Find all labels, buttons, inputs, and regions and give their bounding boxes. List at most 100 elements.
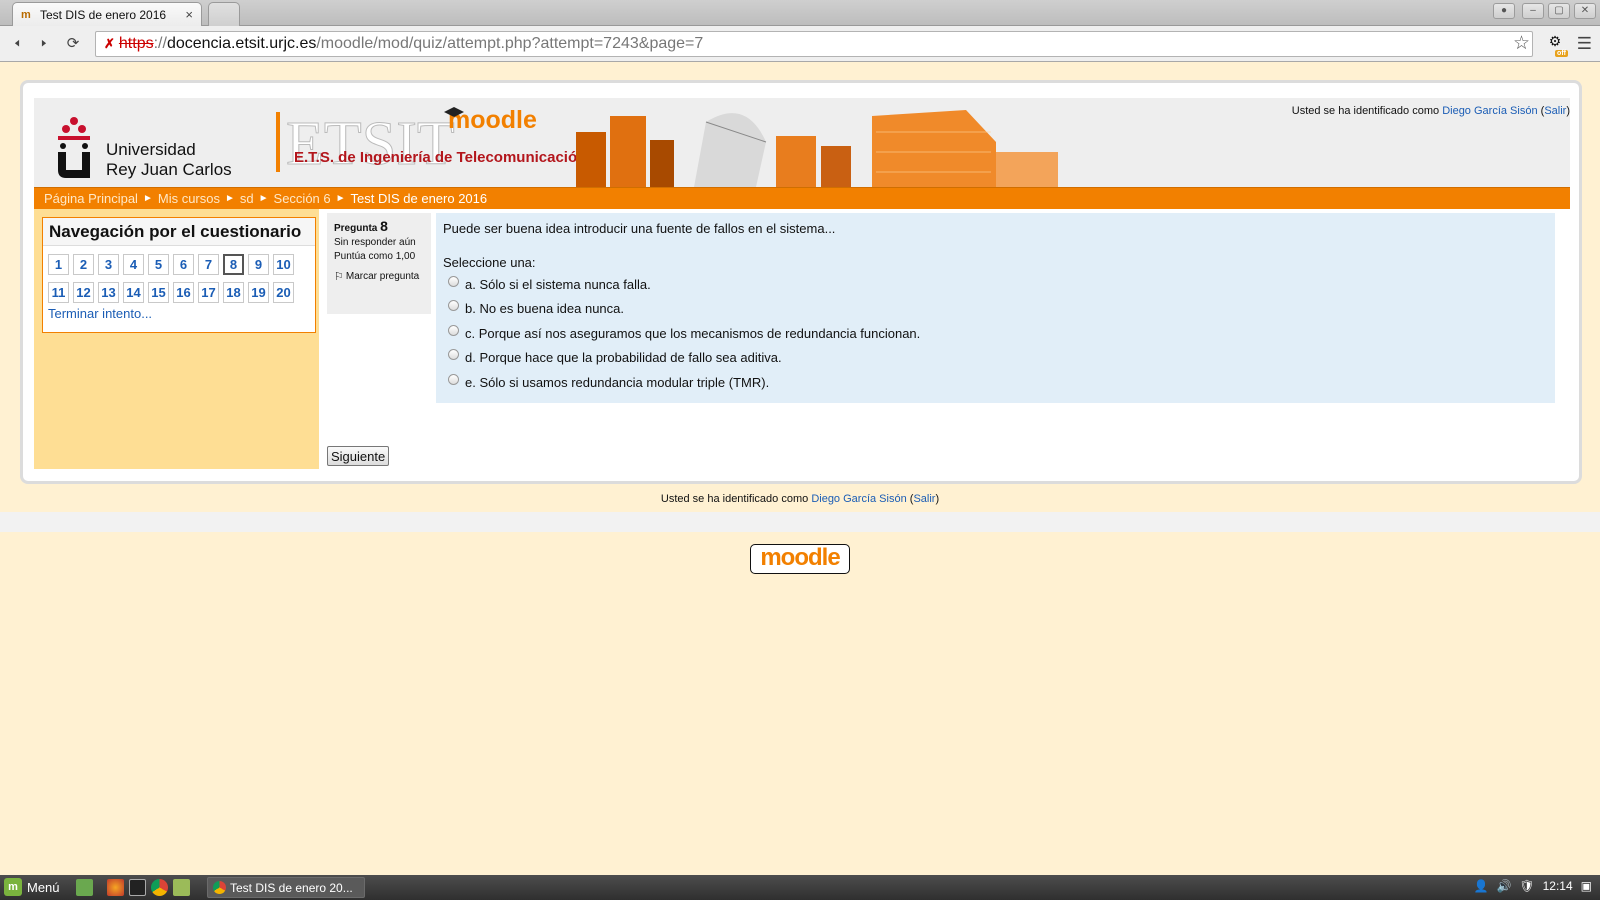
reload-icon[interactable]: ⟳ bbox=[63, 34, 83, 54]
browser-toolbar: 🢐 🢒 ⟳ ✗ https :// docencia.etsit.urjc.es… bbox=[0, 26, 1600, 62]
shield-tray-icon[interactable]: 🛡 bbox=[1519, 879, 1534, 893]
bookmark-star-icon[interactable]: ☆ bbox=[1513, 32, 1530, 55]
breadcrumb-item[interactable]: Sección 6 bbox=[274, 191, 331, 206]
answer-radio[interactable] bbox=[448, 349, 459, 361]
breadcrumb-item[interactable]: Test DIS de enero 2016 bbox=[351, 191, 488, 206]
answer-option[interactable]: e. Sólo si usamos redundancia modular tr… bbox=[443, 370, 1548, 395]
file-manager-icon[interactable] bbox=[173, 879, 190, 896]
start-menu-label: Menú bbox=[27, 879, 60, 895]
quiz-nav-button[interactable]: 14 bbox=[123, 282, 144, 303]
moodle-footer-logo[interactable]: moodle bbox=[750, 544, 850, 574]
chrome-icon[interactable] bbox=[151, 879, 168, 896]
footer-divider bbox=[0, 512, 1600, 532]
flag-question-button[interactable]: ⚐ Marcar pregunta bbox=[334, 271, 424, 283]
breadcrumb-item[interactable]: Mis cursos bbox=[158, 191, 220, 206]
answer-option[interactable]: b. No es buena idea nunca. bbox=[443, 297, 1548, 322]
question-content: Puede ser buena idea introducir una fuen… bbox=[436, 213, 1555, 403]
desktop-tray-icon[interactable]: ▣ bbox=[1581, 879, 1592, 893]
quiz-nav-button[interactable]: 8 bbox=[223, 254, 244, 275]
insecure-lock-icon[interactable]: ✗ bbox=[104, 36, 115, 52]
browser-menu-icon[interactable]: ☰ bbox=[1577, 34, 1592, 54]
tab-title: Test DIS de enero 2016 bbox=[40, 7, 167, 22]
question-info-box: Pregunta 8 Sin responder aún Puntúa como… bbox=[327, 213, 431, 314]
svg-text:E.T.S. de Ingeniería de Teleco: E.T.S. de Ingeniería de Telecomunicación bbox=[294, 149, 586, 166]
browser-tab-active[interactable]: m Test DIS de enero 2016 × bbox=[12, 2, 202, 26]
question-number-value: 8 bbox=[380, 218, 388, 234]
url-scheme: https bbox=[118, 35, 154, 52]
quiz-nav-button[interactable]: 4 bbox=[123, 254, 144, 275]
browser-tab-bar: m Test DIS de enero 2016 × ● – ▢ ✕ bbox=[0, 0, 1600, 26]
back-icon[interactable]: 🢐 bbox=[7, 34, 27, 54]
answer-option[interactable]: d. Porque hace que la probabilidad de fa… bbox=[443, 346, 1548, 371]
start-menu-button[interactable]: m Menú bbox=[4, 878, 60, 896]
answer-radio[interactable] bbox=[448, 300, 459, 312]
answer-option[interactable]: a. Sólo si el sistema nunca falla. bbox=[443, 272, 1548, 297]
answer-option[interactable]: c. Porque así nos aseguramos que los mec… bbox=[443, 321, 1548, 346]
flag-question-label: Marcar pregunta bbox=[345, 271, 420, 282]
quiz-nav-button[interactable]: 19 bbox=[248, 282, 269, 303]
maximize-window-icon[interactable]: ▢ bbox=[1548, 3, 1570, 19]
user-tray-icon[interactable]: 👤 bbox=[1473, 879, 1488, 893]
forward-icon[interactable]: 🢒 bbox=[34, 34, 54, 54]
quiz-nav-button[interactable]: 20 bbox=[273, 282, 294, 303]
clock[interactable]: 12:14 bbox=[1543, 879, 1573, 893]
breadcrumb-separator-icon: ► bbox=[258, 193, 269, 204]
breadcrumb-separator-icon: ► bbox=[335, 193, 346, 204]
taskbar-window-title: Test DIS de enero 20... bbox=[230, 880, 353, 895]
university-name: Universidad Rey Juan Carlos bbox=[106, 140, 232, 180]
finish-attempt-link[interactable]: Terminar intento... bbox=[48, 306, 152, 321]
address-bar[interactable]: ✗ https :// docencia.etsit.urjc.es /mood… bbox=[95, 31, 1533, 57]
quiz-nav-button[interactable]: 16 bbox=[173, 282, 194, 303]
chrome-task-icon bbox=[213, 881, 226, 894]
login-prefix: Usted se ha identificado como bbox=[1291, 105, 1440, 117]
profile-icon[interactable]: ● bbox=[1493, 3, 1515, 19]
quiz-nav-button[interactable]: 1 bbox=[48, 254, 69, 275]
question-text: Puede ser buena idea introducir una fuen… bbox=[443, 221, 836, 236]
question-label: Pregunta bbox=[334, 223, 378, 234]
terminal-icon[interactable] bbox=[129, 879, 146, 896]
answer-radio[interactable] bbox=[448, 373, 459, 385]
quiz-nav-button[interactable]: 15 bbox=[148, 282, 169, 303]
quiz-nav-button[interactable]: 11 bbox=[48, 282, 69, 303]
university-name-line1: Universidad bbox=[106, 140, 196, 159]
new-tab-button[interactable] bbox=[208, 2, 240, 26]
breadcrumb-item[interactable]: Página Principal bbox=[44, 191, 138, 206]
breadcrumb-separator-icon: ► bbox=[224, 193, 235, 204]
next-page-button[interactable]: Siguiente bbox=[327, 446, 390, 466]
quiz-navigation-title: Navegación por el cuestionario bbox=[43, 218, 315, 246]
quiz-nav-button[interactable]: 5 bbox=[148, 254, 169, 275]
extension-icon[interactable]: ⚙ off bbox=[1544, 33, 1568, 57]
quiz-nav-button[interactable]: 18 bbox=[223, 282, 244, 303]
answer-option-label: e. Sólo si usamos redundancia modular tr… bbox=[465, 374, 770, 390]
answer-radio[interactable] bbox=[448, 275, 459, 287]
logout-link[interactable]: Salir bbox=[1544, 105, 1566, 117]
footer-logout-link[interactable]: Salir bbox=[913, 493, 935, 505]
quiz-nav-button[interactable]: 7 bbox=[198, 254, 219, 275]
flag-icon: ⚐ bbox=[334, 271, 344, 283]
etsit-banner-image: ETSIT moodle E.T.S. de Ingeniería de Tel… bbox=[276, 106, 1058, 187]
quiz-nav-button[interactable]: 6 bbox=[173, 254, 194, 275]
site-header: Universidad Rey Juan Carlos ETSIT moodle… bbox=[34, 98, 1570, 187]
tab-close-icon[interactable]: × bbox=[185, 7, 193, 22]
answer-radio[interactable] bbox=[448, 324, 459, 336]
footer-login-prefix: Usted se ha identificado como bbox=[660, 493, 809, 505]
url-separator: :// bbox=[153, 35, 167, 52]
quiz-nav-button[interactable]: 10 bbox=[273, 254, 294, 275]
quiz-nav-button[interactable]: 3 bbox=[98, 254, 119, 275]
footer-user-profile-link[interactable]: Diego García Sisón bbox=[811, 493, 906, 505]
breadcrumb-item[interactable]: sd bbox=[240, 191, 254, 206]
user-profile-link[interactable]: Diego García Sisón bbox=[1442, 105, 1537, 117]
quiz-nav-button[interactable]: 13 bbox=[98, 282, 119, 303]
answer-prompt: Seleccione una: bbox=[443, 255, 536, 270]
minimize-window-icon[interactable]: – bbox=[1522, 3, 1544, 19]
firefox-icon[interactable] bbox=[107, 879, 124, 896]
taskbar-window-button[interactable]: Test DIS de enero 20... bbox=[207, 877, 365, 898]
quiz-nav-button[interactable]: 12 bbox=[73, 282, 94, 303]
close-window-icon[interactable]: ✕ bbox=[1574, 3, 1596, 19]
volume-tray-icon[interactable]: 🔊 bbox=[1496, 879, 1511, 893]
quiz-nav-button[interactable]: 9 bbox=[248, 254, 269, 275]
quiz-nav-button[interactable]: 17 bbox=[198, 282, 219, 303]
show-desktop-icon[interactable] bbox=[76, 879, 93, 896]
quiz-nav-button[interactable]: 2 bbox=[73, 254, 94, 275]
login-info-header: Usted se ha identificado como Diego Garc… bbox=[1291, 105, 1570, 117]
